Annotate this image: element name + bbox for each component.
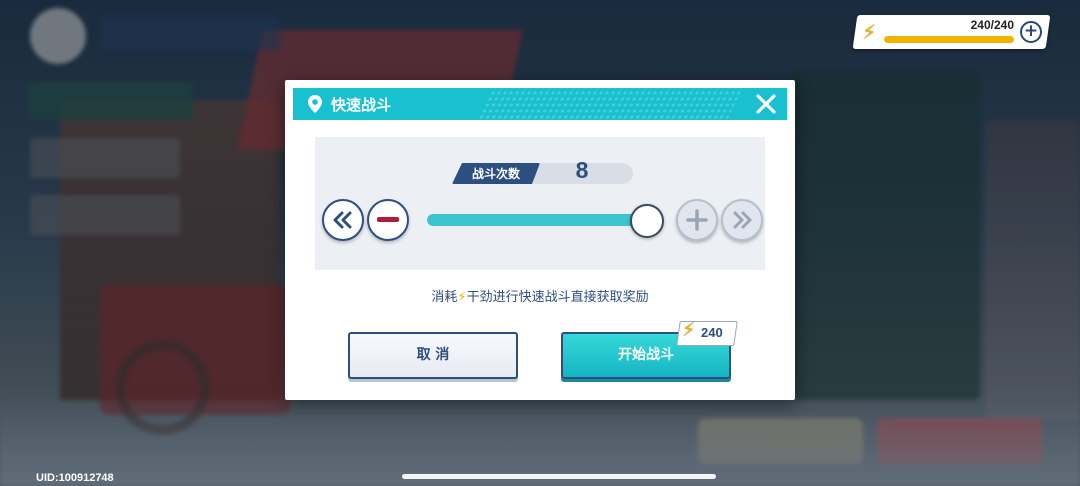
double-chevron-right-icon [733, 211, 752, 229]
min-count-button[interactable] [322, 199, 364, 241]
close-icon[interactable] [753, 91, 779, 117]
location-pin-icon [308, 95, 322, 113]
add-energy-button[interactable]: + [1020, 21, 1042, 43]
dialog-title: 快速战斗 [331, 96, 392, 114]
energy-progress-fill [884, 36, 1014, 43]
quick-battle-dialog: 快速战斗 战斗次数 8 消耗⚡干劲进行快速战斗直接获取奖励 取 消 开始战斗 ⚡… [285, 80, 795, 400]
lightning-icon: ⚡ [862, 20, 877, 44]
minus-icon [377, 217, 399, 222]
home-indicator[interactable] [402, 474, 716, 479]
cost-description: 消耗⚡干劲进行快速战斗直接获取奖励 [285, 286, 795, 305]
battle-count-slider[interactable] [427, 214, 655, 226]
decrease-count-button[interactable] [367, 199, 409, 241]
energy-count: 240/240 [970, 18, 1014, 32]
dialog-header: 快速战斗 [293, 88, 787, 120]
user-id: UID:100912748 [36, 472, 114, 484]
battle-count-panel: 战斗次数 8 [315, 137, 765, 270]
lightning-icon: ⚡ [457, 290, 467, 305]
start-cost-value: 240 [701, 325, 723, 340]
max-count-button[interactable] [721, 199, 763, 241]
battle-count-value: 8 [575, 157, 589, 183]
slider-thumb[interactable] [630, 204, 664, 238]
cost-prefix: 消耗 [431, 290, 458, 305]
increase-count-button[interactable] [676, 199, 718, 241]
energy-progress [884, 36, 1014, 43]
cost-suffix: 干劲进行快速战斗直接获取奖励 [466, 290, 649, 305]
plus-icon: + [1023, 21, 1039, 41]
cancel-button[interactable]: 取 消 [348, 332, 518, 379]
slider-fill [427, 214, 655, 226]
lightning-icon: ⚡ [682, 319, 696, 341]
plus-icon [686, 209, 708, 231]
battle-count-label: 战斗次数 [471, 167, 520, 181]
double-chevron-left-icon [333, 211, 352, 229]
